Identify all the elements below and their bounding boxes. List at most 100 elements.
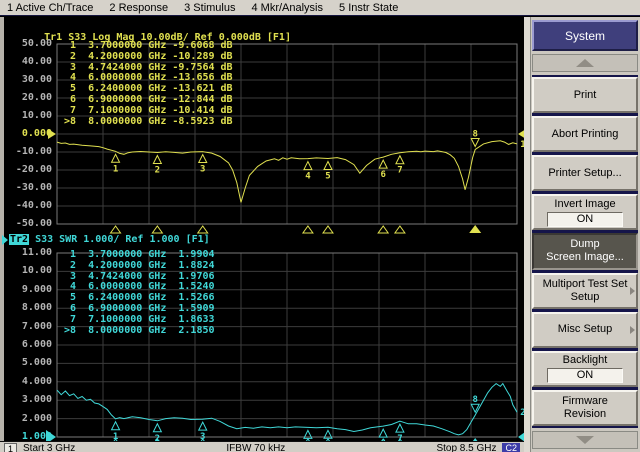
active-marker-tick xyxy=(469,225,481,233)
softkey-label: Firmware xyxy=(562,395,608,408)
softkey-print[interactable]: Print xyxy=(532,77,638,113)
axis-label: 30.00 xyxy=(0,74,52,85)
softkey-invert-image-state: ON xyxy=(547,212,623,227)
marker-flag xyxy=(324,162,332,170)
softkey-panel: System Print Abort Printing Printer Setup.… xyxy=(524,17,640,452)
axis-label: 8.000 xyxy=(0,302,52,313)
menu-item-4-mkr-analysis[interactable]: 4 Mkr/Analysis xyxy=(251,2,323,14)
marker-number: 4 xyxy=(305,172,311,182)
marker-flag xyxy=(379,160,387,168)
marker-number: 3 xyxy=(200,165,205,175)
menu-item-3-stimulus[interactable]: 3 Stimulus xyxy=(184,2,235,14)
softkey-backlight[interactable]: BacklightON xyxy=(532,351,638,387)
axis-label: -20.00 xyxy=(0,164,52,175)
axis-label: 11.00 xyxy=(0,247,52,258)
marker-number: 5 xyxy=(325,172,330,182)
menu-item-2-response[interactable]: 2 Response xyxy=(109,2,168,14)
softkey-scroll-up-button[interactable] xyxy=(532,54,638,72)
softkey-multiport-test-set-setup[interactable]: Multiport Test SetSetup xyxy=(532,273,638,309)
marker-number: 8 xyxy=(472,395,477,405)
softkey-label: Misc Setup xyxy=(558,323,612,336)
active-trace-arrow-icon xyxy=(2,235,8,245)
marker-flag xyxy=(112,154,120,162)
axis-label: 50.00 xyxy=(0,38,52,49)
softkey-misc-setup[interactable]: Misc Setup xyxy=(532,312,638,348)
marker-number: 8 xyxy=(472,129,477,139)
axis-label: 10.00 xyxy=(0,265,52,276)
axis-label: -30.00 xyxy=(0,182,52,193)
ifbw-label: IFBW 70 kHz xyxy=(226,443,285,452)
marker-flag xyxy=(396,424,404,432)
axis-label: 9.000 xyxy=(0,284,52,295)
axis-label: 10.00 xyxy=(0,110,52,121)
softkey-label: Abort Printing xyxy=(552,128,619,141)
softkey-printer-setup[interactable]: Printer Setup... xyxy=(532,155,638,191)
marker-flag xyxy=(112,422,120,430)
axis-label: 4.000 xyxy=(0,376,52,387)
axis-label: 20.00 xyxy=(0,92,52,103)
axis-label: 6.000 xyxy=(0,339,52,350)
marker-flag xyxy=(396,156,404,164)
softkey-panel-strip xyxy=(524,17,531,452)
softkey-menu-header[interactable]: System xyxy=(532,20,638,51)
marker-tick xyxy=(378,226,388,233)
marker-tick xyxy=(303,226,313,233)
menu-bar: 1 Active Ch/Trace 2 Response 3 Stimulus 4 M… xyxy=(0,0,640,16)
display-area: Tr1 S33 Log Mag 10.00dB/ Ref 0.000dB [F1… xyxy=(0,17,524,452)
stimulus-status-bar: 1 Start 3 GHz IFBW 70 kHz Stop 8.5 GHz C… xyxy=(0,441,524,452)
marker-tick xyxy=(198,226,208,233)
softkey-label: Screen Image... xyxy=(546,251,624,264)
softkey-backlight-state: ON xyxy=(547,368,623,383)
trace2-label: Tr2 xyxy=(9,234,29,245)
scroll-up-icon xyxy=(576,59,594,67)
marker-flag xyxy=(153,424,161,432)
softkey-abort-printing[interactable]: Abort Printing xyxy=(532,116,638,152)
marker-tick xyxy=(111,226,121,233)
axis-label: -50.00 xyxy=(0,218,52,229)
marker-flag xyxy=(199,155,207,163)
marker-number: 1 xyxy=(113,164,118,174)
marker-flag xyxy=(153,156,161,164)
marker-table-row: 2 4.2000000 GHz -10.289 dB xyxy=(64,52,233,63)
trace1-marker-table: 1 3.7000000 GHz -9.6068 dB 2 4.2000000 G… xyxy=(64,41,233,127)
axis-label: -10.00 xyxy=(0,146,52,157)
menu-item-1-active-ch-trace[interactable]: 1 Active Ch/Trace xyxy=(7,2,93,14)
softkey-label: Revision xyxy=(564,408,606,421)
softkey-column: Print Abort Printing Printer Setup... Inver… xyxy=(532,75,638,428)
submenu-right-arrow-icon xyxy=(630,326,635,334)
marker-table-row: 2 4.2000000 GHz 1.8824 xyxy=(64,261,215,272)
marker-flag xyxy=(199,422,207,430)
softkey-label: Print xyxy=(574,89,597,102)
softkey-dump-screen-image[interactable]: DumpScreen Image... xyxy=(532,233,638,269)
start-frequency-label: Start 3 GHz xyxy=(23,443,75,452)
axis-label: -40.00 xyxy=(0,200,52,211)
trace2-title-text: S33 SWR 1.000/ Ref 1.000 [F1] xyxy=(29,234,210,245)
marker-table-row: 7 7.1000000 GHz 1.8633 xyxy=(64,315,215,326)
scroll-down-icon xyxy=(576,436,594,444)
marker-tick xyxy=(323,226,333,233)
softkey-scroll-down-button[interactable] xyxy=(532,431,638,449)
axis-label: 0.000 xyxy=(0,128,52,139)
softkey-firmware-revision[interactable]: FirmwareRevision xyxy=(532,390,638,426)
marker-number: 7 xyxy=(397,166,402,176)
stop-frequency-label: Stop 8.5 GHz xyxy=(436,443,496,452)
softkey-label: Printer Setup... xyxy=(548,167,621,180)
marker-flag xyxy=(471,138,479,146)
marker-tick xyxy=(395,226,405,233)
softkey-label: Setup xyxy=(571,291,600,304)
softkey-label: Multiport Test Set xyxy=(543,278,628,291)
softkey-label: Backlight xyxy=(563,354,608,367)
marker-tick xyxy=(152,226,162,233)
softkey-invert-image[interactable]: Invert ImageON xyxy=(532,194,638,230)
softkey-label: Dump xyxy=(570,238,599,251)
channel-number-box: 1 xyxy=(4,443,17,452)
axis-label: 7.000 xyxy=(0,321,52,332)
marker-table-row: 7 7.1000000 GHz -10.414 dB xyxy=(64,106,233,117)
marker-table-row: >8 8.0000000 GHz 2.1850 xyxy=(64,326,215,337)
softkey-label: Invert Image xyxy=(554,198,615,211)
status-badge: C2 xyxy=(502,443,520,452)
marker-flag xyxy=(379,429,387,437)
trace2-title[interactable]: Tr2 S33 SWR 1.000/ Ref 1.000 [F1] xyxy=(2,234,210,245)
axis-label: 5.000 xyxy=(0,357,52,368)
menu-item-5-instr-state[interactable]: 5 Instr State xyxy=(339,2,398,14)
